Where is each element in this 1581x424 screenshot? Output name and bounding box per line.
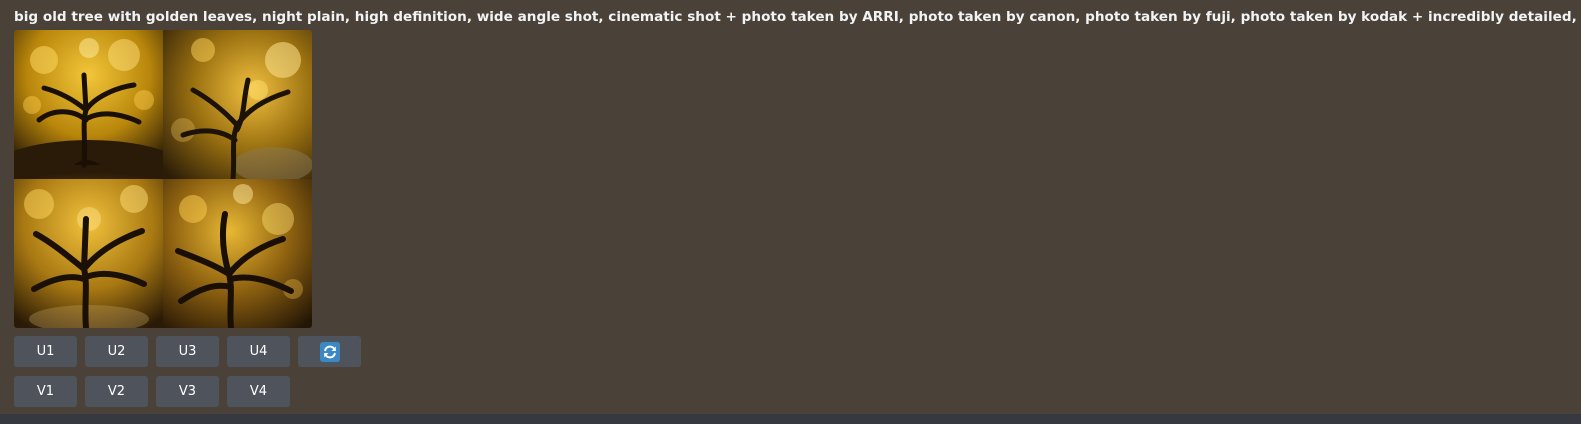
golden-tree-image-1[interactable] <box>14 30 163 179</box>
refresh-icon <box>319 341 340 362</box>
bottom-bar <box>0 414 1581 424</box>
image-grid[interactable] <box>14 30 312 328</box>
v1-button[interactable]: V1 <box>14 376 77 407</box>
u4-button[interactable]: U4 <box>227 336 290 367</box>
variation-button-row: V1 V2 V3 V4 <box>14 376 290 407</box>
u3-button[interactable]: U3 <box>156 336 219 367</box>
v3-button[interactable]: V3 <box>156 376 219 407</box>
v2-button[interactable]: V2 <box>85 376 148 407</box>
golden-tree-image-3[interactable] <box>14 179 163 328</box>
v4-button[interactable]: V4 <box>227 376 290 407</box>
chat-message: big old tree with golden leaves, night p… <box>0 0 1581 424</box>
upscale-button-row: U1 U2 U3 U4 <box>14 336 361 367</box>
prompt-text: big old tree with golden leaves, night p… <box>14 9 1581 25</box>
golden-tree-image-2[interactable] <box>163 30 312 179</box>
golden-tree-image-4[interactable] <box>163 179 312 328</box>
u2-button[interactable]: U2 <box>85 336 148 367</box>
u1-button[interactable]: U1 <box>14 336 77 367</box>
reroll-button[interactable] <box>298 336 361 367</box>
